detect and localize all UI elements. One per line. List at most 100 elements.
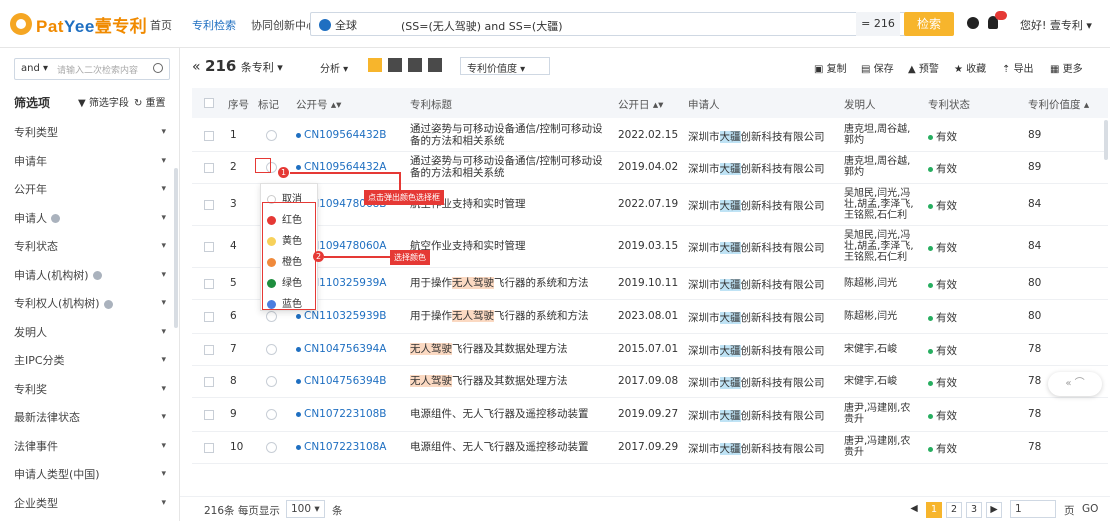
title-part[interactable]: 飞行器及其数据处理方法	[452, 375, 568, 387]
row-checkbox[interactable]	[204, 200, 214, 210]
select-all-checkbox[interactable]	[204, 98, 214, 108]
result-count[interactable]: « 216 条专利 ▾	[192, 57, 283, 75]
help-icon[interactable]	[51, 214, 60, 223]
nav-home[interactable]: 首页	[150, 17, 172, 33]
inventor-line[interactable]: 郭灼	[844, 135, 918, 146]
filter-item[interactable]: 申请年 ▾	[14, 153, 166, 175]
applicant-keyword-highlight[interactable]: 大疆	[719, 443, 741, 455]
inventor-line[interactable]: 郭灼	[844, 167, 918, 178]
applicant-keyword-highlight[interactable]: 大疆	[719, 279, 741, 291]
title-keyword-highlight[interactable]: 无人驾驶	[410, 375, 452, 387]
applicant-keyword-highlight[interactable]: 大疆	[719, 312, 741, 324]
user-menu[interactable]: 您好! 壹专利 ▾	[1020, 17, 1092, 33]
inventor-line[interactable]: 吴旭民,闫光,冯	[844, 188, 918, 199]
title-part[interactable]: 飞行器的系统和方法	[494, 277, 589, 289]
title-part[interactable]: 用于操作	[410, 310, 452, 322]
table-row[interactable]: 1 CN109564432B 通过姿势与可移动设备通信/控制可移动设 备的方法和相关系…	[192, 120, 1108, 152]
inventor-line[interactable]: 吴旭民,闫光,冯	[844, 230, 918, 241]
inventor-line[interactable]: 壮,胡孟,李泽飞,	[844, 199, 918, 210]
filter-item[interactable]: 公开年 ▾	[14, 181, 166, 203]
title-line[interactable]: 通过姿势与可移动设备通信/控制可移动设	[410, 123, 610, 135]
inventors[interactable]: 唐克坦,周谷越, 郭灼	[844, 124, 918, 146]
inventor-line[interactable]: 唐克坦,周谷越,	[844, 124, 918, 135]
row-checkbox[interactable]	[204, 443, 214, 453]
more-button[interactable]: ▦ 更多	[1050, 60, 1083, 75]
applicant-part[interactable]: 深圳市	[688, 410, 720, 422]
applicant-keyword-highlight[interactable]: 大疆	[719, 200, 741, 212]
inventor-line[interactable]: 唐尹,冯建刚,农	[844, 403, 918, 414]
row-checkbox[interactable]	[204, 312, 214, 322]
applicant[interactable]: 深圳市大疆创新科技有限公司	[688, 408, 825, 423]
pub-number-text[interactable]: CN107223108B	[304, 408, 387, 420]
applicant[interactable]: 深圳市大疆创新科技有限公司	[688, 441, 825, 456]
page-1-button[interactable]: 1	[926, 502, 942, 518]
mark-toggle[interactable]	[266, 344, 277, 355]
inventors[interactable]: 吴旭民,闫光,冯 壮,胡孟,李泽飞, 王铭熙,石仁利	[844, 188, 918, 221]
applicant-keyword-highlight[interactable]: 大疆	[719, 410, 741, 422]
patent-title[interactable]: 无人驾驶飞行器及其数据处理方法	[410, 343, 610, 355]
title-part[interactable]: 飞行器及其数据处理方法	[452, 343, 568, 355]
title-line[interactable]: 电源组件、无人飞行器及遥控移动装置	[410, 441, 610, 453]
filter-item[interactable]: 专利状态 ▾	[14, 238, 166, 260]
applicant-part[interactable]: 创新科技有限公司	[741, 443, 825, 455]
row-checkbox[interactable]	[204, 163, 214, 173]
applicant-part[interactable]: 深圳市	[688, 163, 720, 175]
secondary-search-input[interactable]: 请输入二次检索内容	[57, 63, 138, 76]
applicant-part[interactable]: 深圳市	[688, 345, 720, 357]
pub-number-link[interactable]: CN109564432B	[296, 129, 387, 141]
patent-title[interactable]: 通过姿势与可移动设备通信/控制可移动设 备的方法和相关系统	[410, 155, 610, 179]
nav-collab-center[interactable]: 协同创新中心	[251, 17, 317, 33]
col-value[interactable]: 专利价值度 ▴	[1028, 97, 1089, 112]
inventor-line[interactable]: 唐克坦,周谷越,	[844, 156, 918, 167]
pub-number-text[interactable]: CN104756394B	[304, 375, 387, 387]
pub-number-text[interactable]: CN109564432B	[304, 129, 387, 141]
filter-item[interactable]: 发明人 ▾	[14, 324, 166, 346]
copy-button[interactable]: ▣ 复制	[814, 60, 847, 75]
applicant-keyword-highlight[interactable]: 大疆	[719, 163, 741, 175]
pub-number-link[interactable]: CN104756394B	[296, 375, 387, 387]
inventor-line[interactable]: 贵升	[844, 414, 918, 425]
filter-item[interactable]: 企业类型 ▾	[14, 495, 166, 517]
applicant-keyword-highlight[interactable]: 大疆	[719, 242, 741, 254]
collapse-sidebar-icon[interactable]: «	[192, 59, 201, 75]
filter-fields-button[interactable]: ▼ 筛选字段	[78, 94, 129, 109]
inventor-line[interactable]: 陈超彬,闫光	[844, 278, 918, 289]
alert-button[interactable]: ▲ 预警	[908, 60, 939, 75]
detail-view-icon[interactable]	[408, 58, 422, 72]
filter-item[interactable]: 申请人(机构树) ▾	[14, 267, 166, 289]
title-line[interactable]: 备的方法和相关系统	[410, 167, 610, 179]
go-button[interactable]: GO	[1082, 503, 1098, 515]
applicant-part[interactable]: 深圳市	[688, 443, 720, 455]
applicant-part[interactable]: 创新科技有限公司	[741, 242, 825, 254]
pub-number-link[interactable]: CN110325939B	[296, 310, 387, 322]
row-checkbox[interactable]	[204, 242, 214, 252]
patent-title[interactable]: 用于操作无人驾驶飞行器的系统和方法	[410, 310, 610, 322]
reset-button[interactable]: ↻ 重置	[134, 94, 166, 109]
inventors[interactable]: 吴旭民,闫光,冯 壮,胡孟,李泽飞, 王铭熙,石仁利	[844, 230, 918, 263]
pub-number-link[interactable]: CN107223108B	[296, 408, 387, 420]
applicant-part[interactable]: 深圳市	[688, 377, 720, 389]
applicant-part[interactable]: 创新科技有限公司	[741, 279, 825, 291]
table-row[interactable]: 9 CN107223108B 电源组件、无人飞行器及遥控移动装置 2019.09.27…	[192, 398, 1108, 432]
applicant-part[interactable]: 创新科技有限公司	[741, 410, 825, 422]
title-part[interactable]: 用于操作	[410, 277, 452, 289]
title-line[interactable]: 通过姿势与可移动设备通信/控制可移动设	[410, 155, 610, 167]
favorite-button[interactable]: ★ 收藏	[954, 60, 986, 75]
applicant[interactable]: 深圳市大疆创新科技有限公司	[688, 310, 825, 325]
patent-title[interactable]: 电源组件、无人飞行器及遥控移动装置	[410, 441, 610, 453]
patent-title[interactable]: 航空作业支持和实时管理	[410, 240, 610, 252]
row-checkbox[interactable]	[204, 345, 214, 355]
prev-page-icon[interactable]: ◀	[906, 502, 922, 518]
floating-panel-button[interactable]: « ⌒	[1048, 372, 1102, 396]
applicant[interactable]: 深圳市大疆创新科技有限公司	[688, 240, 825, 255]
filter-item[interactable]: 申请人类型(中国) ▾	[14, 466, 166, 488]
search-button[interactable]: 检索	[904, 12, 954, 36]
col-pubno[interactable]: 公开号 ▴▾	[296, 97, 341, 112]
next-page-icon[interactable]: ▶	[986, 502, 1002, 518]
applicant-part[interactable]: 深圳市	[688, 200, 720, 212]
scope-selector[interactable]: 全球	[319, 17, 357, 33]
applicant[interactable]: 深圳市大疆创新科技有限公司	[688, 198, 825, 213]
mark-toggle[interactable]	[266, 376, 277, 387]
table-row[interactable]: 6 CN110325939B 用于操作无人驾驶飞行器的系统和方法 2023.08.01…	[192, 300, 1108, 334]
logic-select[interactable]: and ▾	[21, 63, 48, 74]
